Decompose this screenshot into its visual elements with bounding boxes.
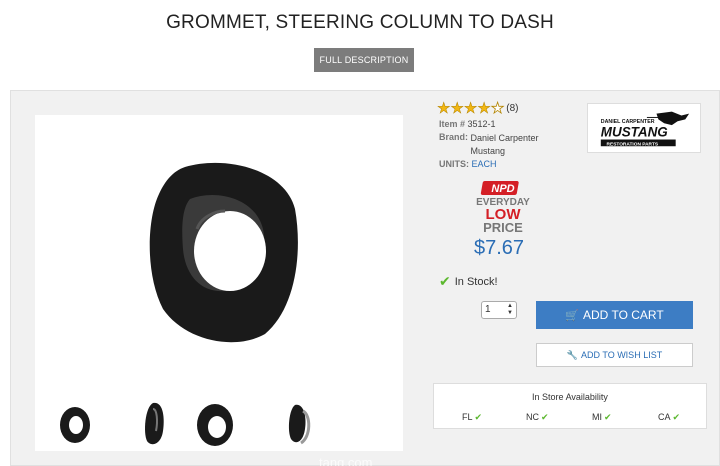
cart-icon: 🛒 [565,309,579,322]
badge-price: PRICE [483,220,523,233]
check-icon: ✔ [541,412,549,422]
updown-arrows-icon: ▲ ▼ [507,303,513,316]
page-title: GROMMET, STEERING COLUMN TO DASH [166,12,554,33]
watermark-text: tang.com [319,455,373,466]
item-value: 3512-1 [467,119,496,129]
item-number: Item # 3512-1 [439,119,496,129]
badge-npd: NPD [491,183,514,195]
full-description-button[interactable]: FULL DESCRIPTION [314,48,414,72]
rating-stars[interactable]: ★ ★ ★ ★ ★ (8) [437,100,519,117]
units-value: EACH [471,159,497,169]
store-code: CA [658,412,671,422]
brand-label: Brand: [439,132,468,142]
units-label: UNITS: [439,159,469,169]
star-empty-icon: ★ [490,100,505,117]
brand-logo: DANIEL CARPENTER MUSTANG RESTORATION PAR… [587,103,701,153]
star-icon: ★ [477,100,491,117]
thumbnail-4[interactable] [281,397,321,449]
everyday-low-price-badge: NPD EVERYDAY LOW PRICE [476,181,530,233]
check-icon: ✔ [439,273,451,289]
rating-count[interactable]: (8) [506,103,518,114]
star-icon: ★ [437,100,451,117]
check-icon: ✔ [474,412,483,422]
thumbnail-2[interactable] [137,397,177,449]
check-icon: ✔ [672,412,681,422]
brand-value: Daniel Carpenter Mustang [470,133,539,156]
star-icon: ★ [463,100,478,117]
brand-logo-line3: RESTORATION PARTS [607,141,659,147]
main-product-image[interactable] [145,159,300,344]
wrench-icon: 🔧 [566,349,579,360]
store-nc[interactable]: NC ✔ [526,412,549,423]
price: $7.67 [473,237,525,259]
brand-logo-line2: MUSTANG [601,125,668,140]
add-to-cart-label: ADD TO CART [583,308,664,322]
store-code: FL [462,412,473,422]
add-to-wishlist-label: ADD TO WISH LIST [581,350,663,360]
star-icon: ★ [450,100,464,117]
store-code: NC [526,412,539,422]
add-to-cart-button[interactable]: 🛒 ADD TO CART [536,301,693,329]
thumbnail-1[interactable] [55,397,95,449]
store-code: MI [592,412,602,422]
stock-status-text: In Stock! [454,275,498,288]
store-fl[interactable]: FL ✔ [462,412,482,423]
quantity-select[interactable]: 1 ▲ ▼ [481,301,517,319]
brand-line-1: Brand: Daniel Carpenter Mustang [439,132,561,158]
availability-title: In Store Availability [532,392,608,402]
check-icon: ✔ [604,412,612,422]
store-ca[interactable]: CA ✔ [658,412,680,423]
store-availability: In Store Availability FL ✔ NC ✔ MI ✔ CA ✔ [433,383,707,429]
quantity-value: 1 [485,304,491,315]
image-gallery: tang.com [35,115,403,466]
store-mi[interactable]: MI ✔ [592,412,612,423]
units: UNITS: EACH [439,159,497,169]
stock-status: ✔ In Stock! [439,273,498,290]
thumbnail-3[interactable] [195,397,235,449]
product-panel: tang.com ★ ★ ★ ★ ★ (8) Item # 3512-1 Bra… [10,90,720,466]
item-label: Item # [439,119,466,129]
add-to-wishlist-button[interactable]: 🔧 ADD TO WISH LIST [536,343,693,367]
